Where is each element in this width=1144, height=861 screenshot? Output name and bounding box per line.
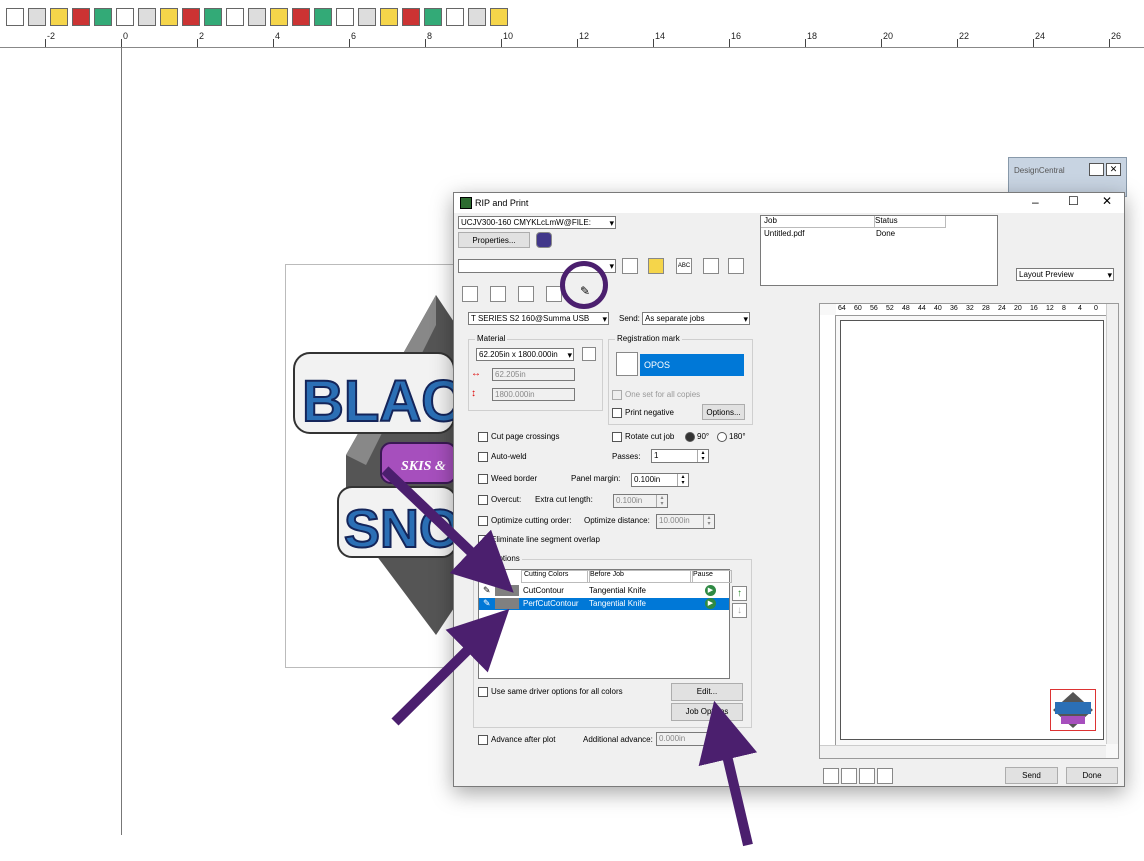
arrow-2: [391, 608, 510, 726]
arrow-1: [381, 466, 514, 593]
arrow-3: [698, 700, 758, 847]
annotation-arrows: [381, 466, 758, 847]
